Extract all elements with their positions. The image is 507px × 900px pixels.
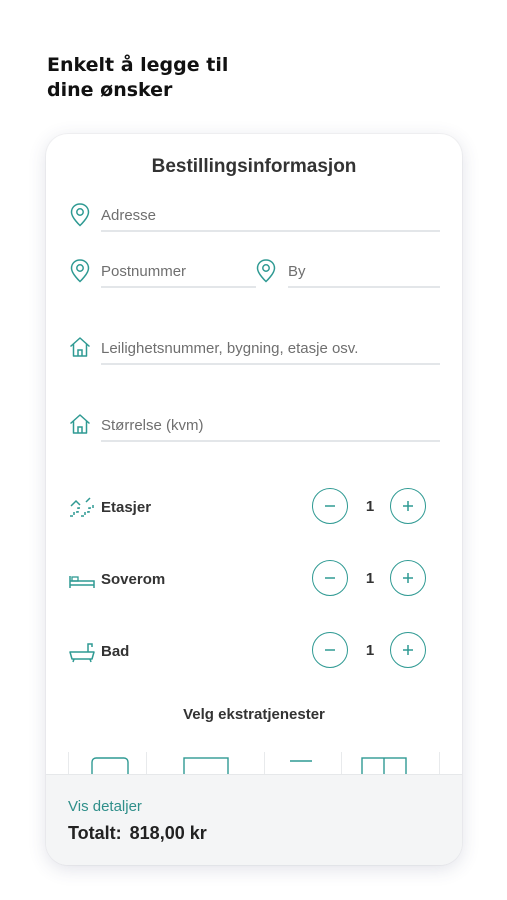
minus-icon bbox=[325, 577, 335, 579]
house-icon bbox=[69, 337, 91, 357]
floors-counter: Etasjer 1 bbox=[68, 486, 440, 530]
floors-value: 1 bbox=[365, 498, 375, 515]
order-total: Totalt: 818,00 kr bbox=[68, 823, 215, 844]
floors-label: Etasjer bbox=[101, 499, 152, 516]
apartment-underline bbox=[101, 363, 440, 365]
location-pin-icon bbox=[256, 259, 276, 283]
plus-icon bbox=[403, 645, 413, 655]
house-icon bbox=[69, 414, 91, 434]
order-summary-footer: Vis detaljer Totalt: 818,00 kr bbox=[46, 774, 462, 865]
city-input[interactable] bbox=[288, 260, 433, 282]
postnummer-input[interactable] bbox=[101, 260, 251, 282]
page-headline: Enkelt å legge til dine ønsker bbox=[47, 53, 228, 103]
minus-icon bbox=[325, 505, 335, 507]
postnummer-underline bbox=[101, 286, 256, 288]
city-field bbox=[254, 258, 440, 292]
bathrooms-increment-button[interactable] bbox=[390, 632, 426, 668]
floors-increment-button[interactable] bbox=[390, 488, 426, 524]
bathrooms-label: Bad bbox=[101, 643, 130, 660]
floors-decrement-button[interactable] bbox=[312, 488, 348, 524]
size-input[interactable] bbox=[101, 414, 436, 436]
size-field bbox=[68, 411, 440, 445]
bedrooms-decrement-button[interactable] bbox=[312, 560, 348, 596]
bathrooms-decrement-button[interactable] bbox=[312, 632, 348, 668]
bedrooms-increment-button[interactable] bbox=[390, 560, 426, 596]
bathrooms-value: 1 bbox=[365, 642, 375, 659]
location-pin-icon bbox=[70, 259, 90, 283]
bedrooms-label: Soverom bbox=[101, 571, 166, 588]
total-label: Totalt: bbox=[68, 823, 122, 843]
order-card: Bestillingsinformasjon Adresse Postnumme… bbox=[46, 134, 462, 865]
address-field bbox=[68, 202, 440, 236]
total-value: 818,00 kr bbox=[129, 823, 207, 843]
bed-icon bbox=[69, 576, 95, 588]
plus-icon bbox=[403, 501, 413, 511]
address-underline bbox=[101, 230, 440, 232]
apartment-field bbox=[68, 334, 440, 368]
location-pin-icon bbox=[70, 203, 90, 227]
city-underline bbox=[288, 286, 440, 288]
bedrooms-counter: Soverom 1 bbox=[68, 558, 440, 602]
headline-line-1: Enkelt å legge til bbox=[47, 54, 229, 76]
form-title: Bestillingsinformasjon bbox=[151, 156, 357, 177]
show-details-link[interactable]: Vis detaljer bbox=[68, 798, 142, 815]
address-input[interactable] bbox=[101, 204, 431, 226]
bathtub-icon bbox=[69, 643, 95, 663]
stairs-icon bbox=[70, 497, 94, 517]
bathrooms-counter: Bad 1 bbox=[68, 630, 440, 674]
postnummer-field bbox=[68, 258, 256, 292]
headline-line-2: dine ønsker bbox=[47, 79, 173, 101]
minus-icon bbox=[325, 649, 335, 651]
plus-icon bbox=[403, 573, 413, 583]
bedrooms-value: 1 bbox=[365, 570, 375, 587]
extras-title: Velg ekstratjenester bbox=[183, 706, 325, 723]
apartment-input[interactable] bbox=[101, 337, 436, 359]
size-underline bbox=[101, 440, 440, 442]
